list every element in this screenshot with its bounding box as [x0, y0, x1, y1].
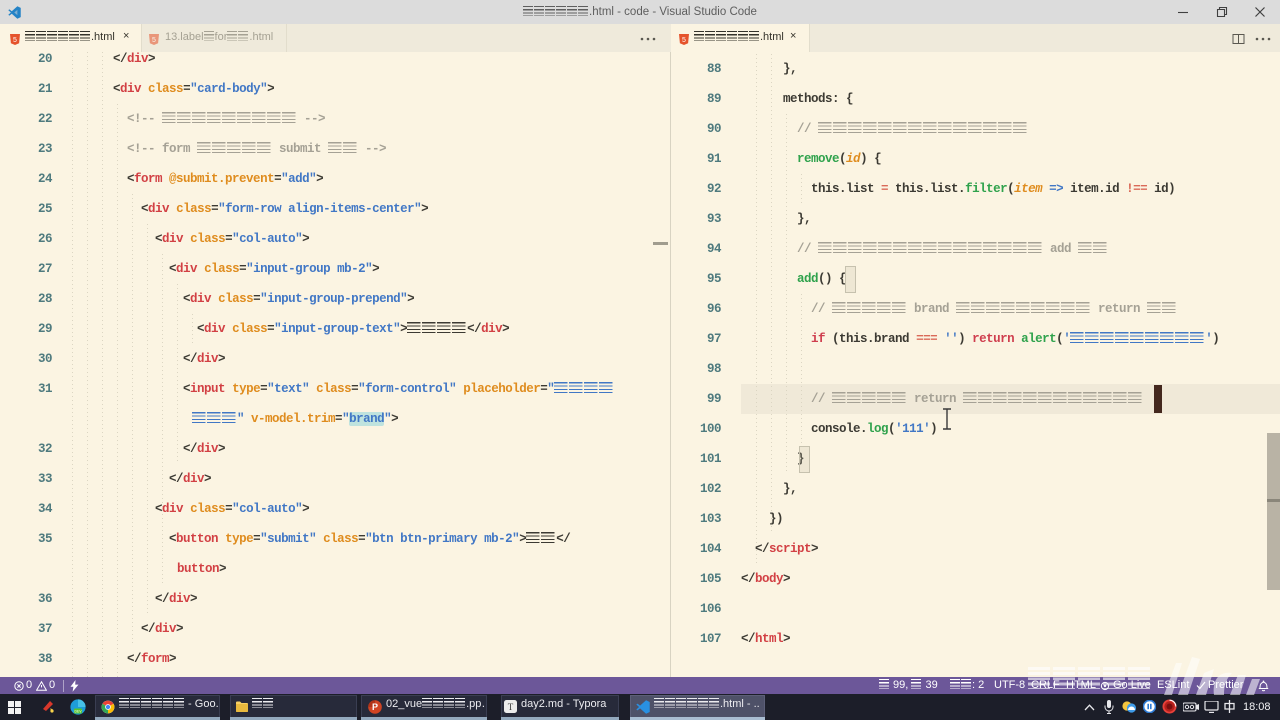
svg-text:DEV: DEV	[75, 710, 83, 714]
svg-text:5: 5	[13, 37, 17, 44]
svg-text:T: T	[508, 702, 514, 712]
svg-text:5: 5	[682, 37, 686, 44]
svg-text:P: P	[372, 702, 378, 712]
svg-text:5: 5	[152, 37, 156, 44]
